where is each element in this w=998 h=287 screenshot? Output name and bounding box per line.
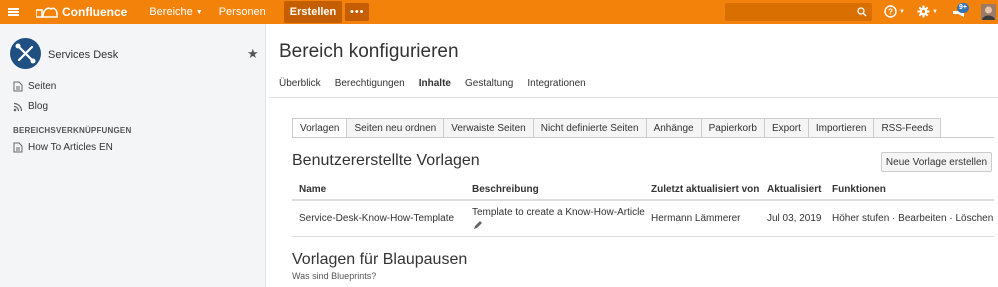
- subtab-reorder-pages[interactable]: Seiten neu ordnen: [347, 118, 445, 138]
- updated-by-link[interactable]: Hermann Lämmerer: [651, 213, 740, 224]
- tab-integrations[interactable]: Integrationen: [527, 78, 585, 89]
- tab-overview[interactable]: Überblick: [279, 78, 321, 89]
- chevron-down-icon: ▼: [195, 8, 203, 16]
- svg-text:?: ?: [888, 8, 893, 17]
- user-templates-heading: Benutzererstellte Vorlagen: [292, 152, 480, 169]
- page-icon: [13, 142, 23, 153]
- subtab-export[interactable]: Export: [764, 118, 809, 138]
- blueprint-templates-heading: Vorlagen für Blaupausen: [292, 251, 468, 268]
- tools-icon: [15, 43, 36, 64]
- nav-spaces-label: Bereiche: [149, 6, 193, 18]
- delete-link[interactable]: Löschen: [955, 213, 993, 224]
- help-icon: ?: [884, 5, 897, 18]
- pages-icon: [13, 81, 23, 92]
- promote-link[interactable]: Höher stufen: [832, 213, 889, 224]
- rss-icon: [13, 102, 23, 111]
- subtab-attachments[interactable]: Anhänge: [646, 118, 702, 138]
- row-actions: Höher stufen · Bearbeiten · Löschen: [832, 213, 993, 224]
- app-name: Confluence: [62, 5, 128, 19]
- separator: ·: [892, 213, 896, 224]
- help-menu[interactable]: ? ▼: [884, 5, 905, 18]
- template-name-link[interactable]: Service-Desk-Know-How-Template: [299, 213, 454, 224]
- column-header-description: Beschreibung: [472, 184, 539, 195]
- separator: ·: [949, 213, 953, 224]
- divider: [292, 199, 994, 201]
- sidebar-item-label: Blog: [28, 101, 49, 112]
- sidebar: Services Desk ★ Seiten Blog BEREICHSVERK…: [0, 24, 266, 287]
- page-title: Bereich konfigurieren: [279, 41, 459, 62]
- divider: [269, 97, 998, 98]
- edit-link[interactable]: Bearbeiten: [898, 213, 946, 224]
- menu-icon[interactable]: [0, 0, 26, 24]
- column-header-name: Name: [299, 184, 327, 195]
- gear-icon: [917, 5, 930, 18]
- space-name[interactable]: Services Desk: [48, 49, 118, 61]
- column-header-updated-by: Zuletzt aktualisiert von: [651, 184, 760, 195]
- config-tabs: Überblick Berechtigungen Inhalte Gestalt…: [279, 78, 600, 89]
- search-input[interactable]: [725, 3, 872, 21]
- column-header-actions: Funktionen: [832, 184, 886, 195]
- confluence-logo-icon: [36, 7, 58, 18]
- avatar-image: [981, 4, 996, 20]
- sidebar-item-blog[interactable]: Blog: [13, 101, 48, 112]
- updated-date: Jul 03, 2019: [767, 213, 822, 224]
- pencil-icon: [474, 221, 482, 229]
- tab-content[interactable]: Inhalte: [419, 78, 451, 89]
- star-icon[interactable]: ★: [247, 46, 259, 62]
- more-create-button[interactable]: •••: [345, 3, 370, 21]
- chevron-down-icon: ▼: [932, 8, 938, 15]
- column-header-updated: Aktualisiert: [767, 184, 822, 195]
- top-navigation-bar: Confluence Bereiche ▼ Personen Erstellen…: [0, 0, 998, 24]
- nav-people[interactable]: Personen: [219, 6, 266, 18]
- notification-badge: 9+: [957, 3, 969, 13]
- sidebar-item-label: How To Articles EN: [28, 142, 113, 153]
- subtab-import[interactable]: Importieren: [808, 118, 875, 138]
- edit-description-icon[interactable]: [473, 220, 483, 233]
- subtab-rss-feeds[interactable]: RSS-Feeds: [874, 118, 942, 138]
- template-description: Template to create a Know-How-Article: [472, 207, 645, 218]
- nav-people-label: Personen: [218, 6, 266, 18]
- divider: [292, 236, 994, 237]
- content-subtabs: Vorlagen Seiten neu ordnen Verwaiste Sei…: [292, 118, 942, 138]
- sidebar-shortcut-howto[interactable]: How To Articles EN: [13, 142, 113, 153]
- space-logo[interactable]: [10, 38, 41, 69]
- subtab-orphaned-pages[interactable]: Verwaiste Seiten: [444, 118, 534, 138]
- confluence-logo[interactable]: Confluence: [36, 5, 127, 19]
- subtab-trash[interactable]: Papierkorb: [701, 118, 765, 138]
- settings-menu[interactable]: ▼: [917, 5, 938, 18]
- tab-look-and-feel[interactable]: Gestaltung: [465, 78, 513, 89]
- what-are-blueprints-link[interactable]: Was sind Blueprints?: [292, 271, 376, 281]
- subtab-undefined-pages[interactable]: Nicht definierte Seiten: [533, 118, 647, 138]
- new-template-button[interactable]: Neue Vorlage erstellen: [881, 152, 992, 172]
- sidebar-item-pages[interactable]: Seiten: [13, 81, 56, 92]
- create-button[interactable]: Erstellen: [283, 1, 343, 23]
- nav-spaces[interactable]: Bereiche ▼: [149, 6, 202, 18]
- tab-permissions[interactable]: Berechtigungen: [335, 78, 405, 89]
- user-avatar[interactable]: [981, 4, 996, 20]
- search-icon: [857, 7, 867, 17]
- subtab-templates[interactable]: Vorlagen: [292, 118, 348, 138]
- divider: [292, 137, 994, 138]
- shortcuts-heading: BEREICHSVERKNÜPFUNGEN: [13, 126, 132, 135]
- chevron-down-icon: ▼: [899, 8, 905, 15]
- sidebar-item-label: Seiten: [28, 81, 57, 92]
